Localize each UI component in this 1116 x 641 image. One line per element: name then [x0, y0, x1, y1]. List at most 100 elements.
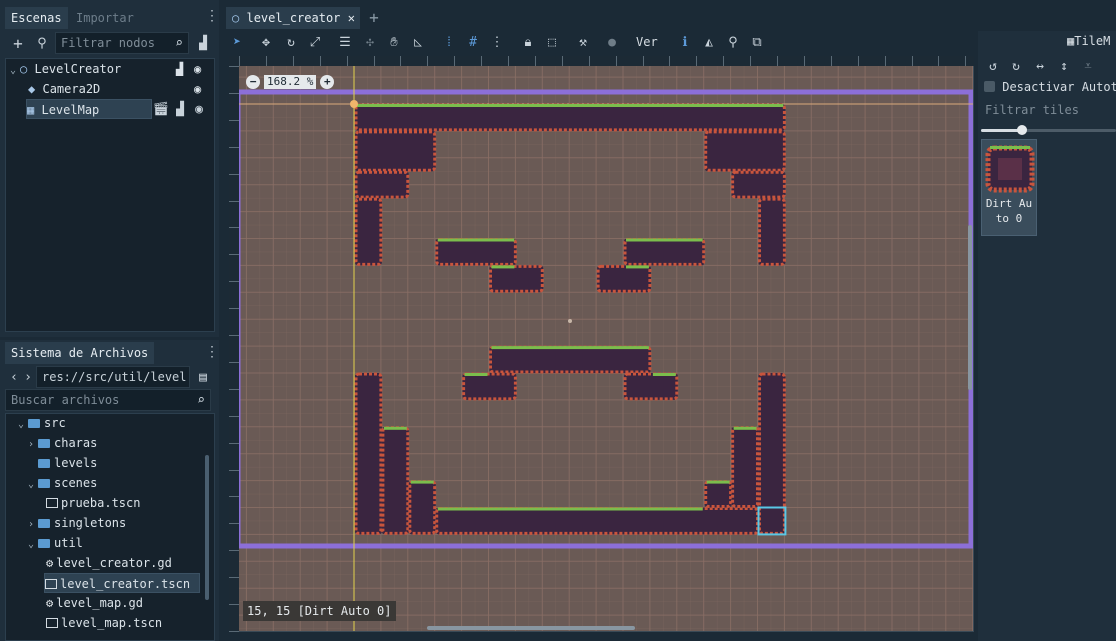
tree-node-levelmap[interactable]: ▦ LevelMap [26, 99, 152, 119]
tile-zoom-slider[interactable] [981, 125, 1116, 135]
select-tool-icon[interactable]: ➤ [229, 34, 245, 50]
ruler-tick [229, 523, 239, 525]
tab-escenas[interactable]: Escenas [5, 7, 68, 29]
ruler-tick [777, 56, 778, 66]
tab-filesystem[interactable]: Sistema de Archivos [5, 342, 155, 364]
tree-node-levelcreator[interactable]: ⌄ ○ LevelCreator ▟ ◉ [10, 59, 210, 79]
script-icon[interactable]: ▟ [195, 34, 211, 52]
smart-snap-icon[interactable]: ⁞ [441, 34, 457, 50]
filter-tiles-input[interactable]: Filtrar tiles [980, 100, 1116, 122]
disable-autotile-label: Desactivar Autoti [1002, 80, 1116, 94]
grid-snap-icon[interactable]: # [465, 34, 481, 50]
skeleton-icon[interactable]: ● [604, 34, 620, 50]
dirt-tile-block [435, 238, 517, 266]
rotate-right-icon[interactable]: ↻ [1008, 58, 1024, 74]
file-tree-file-level-map-tscn[interactable]: level_map.tscn [46, 613, 162, 633]
group-icon[interactable]: ⬚ [544, 34, 560, 50]
split-view-icon[interactable]: ▤ [196, 368, 210, 386]
lock-icon[interactable]: 🔒︎ [520, 34, 536, 50]
filter-nodes-input[interactable]: Filtrar nodos [55, 32, 189, 54]
rotate-tool-icon[interactable]: ↻ [283, 34, 299, 50]
zoom-in-icon[interactable]: + [320, 75, 335, 89]
back-chevron-icon[interactable]: ‹ [8, 368, 20, 386]
close-icon[interactable]: ✕ [348, 7, 355, 29]
add-node-icon[interactable]: + [9, 34, 27, 53]
link-icon[interactable]: ⚲ [33, 34, 51, 52]
file-tree-folder-util[interactable]: ⌄ util [28, 533, 83, 553]
file-tree-folder-singletons[interactable]: › singletons [28, 513, 126, 533]
file-tree-folder-scenes[interactable]: ⌄ scenes [28, 473, 97, 493]
scene-file-icon [46, 498, 58, 508]
zoom-out-icon[interactable]: − [246, 75, 260, 89]
ruler-tool-icon[interactable]: ◺ [410, 34, 426, 50]
tab-level-creator[interactable]: ○ level_creator ✕ [226, 7, 360, 29]
scale-tool-icon[interactable]: ⤢ [307, 34, 323, 50]
tab-importar[interactable]: Importar [70, 7, 140, 29]
file-tree-folder-levels[interactable]: levels [38, 453, 97, 473]
chevron-down-icon[interactable]: ⌄ [10, 61, 20, 81]
file-tree-file-level-creator-tscn[interactable]: level_creator.tscn [44, 573, 200, 593]
file-label: level_creator.gd [56, 556, 172, 570]
view-menu-button[interactable]: Ver [636, 34, 658, 50]
ruler-tick [534, 56, 536, 66]
pan-tool-icon[interactable]: ✋︎ [386, 34, 402, 50]
chevron-right-icon[interactable]: › [28, 435, 38, 455]
visibility-eye-icon[interactable]: ◉ [194, 59, 201, 79]
clear-transform-icon[interactable]: ⩡ [1080, 58, 1096, 74]
snap-options-icon[interactable]: ⋮ [489, 34, 505, 50]
disable-autotile-row[interactable]: Desactivar Autoti [984, 80, 1116, 94]
file-tree-file-level-map-gd[interactable]: ⚙ level_map.gd [46, 593, 143, 613]
file-tree-file-level-creator-gd[interactable]: ⚙ level_creator.gd [46, 553, 172, 573]
ruler-tick [229, 119, 239, 121]
tilemap-title-label: TileM [1074, 34, 1111, 48]
scene-file-icon [46, 618, 58, 628]
ruler-tick [229, 415, 239, 417]
dirt-tile-block [597, 265, 651, 293]
filesystem-menu-icon[interactable]: ⋮ [205, 345, 219, 359]
clapperboard-icon[interactable]: 🎬︎ [153, 100, 170, 118]
add-tab-icon[interactable]: + [366, 8, 382, 27]
path-field[interactable]: res://src/util/level [36, 366, 190, 388]
move-tool-icon[interactable]: ✥ [258, 34, 274, 50]
chevron-down-icon[interactable]: ⌄ [28, 475, 38, 495]
pivot-tool-icon[interactable]: ✣ [362, 34, 378, 50]
tree-node-camera2d[interactable]: ◆ Camera2D ◉ [28, 79, 210, 99]
list-select-icon[interactable]: ☰ [337, 34, 353, 50]
level-canvas[interactable] [230, 57, 974, 632]
ruler-tick [965, 56, 967, 66]
canvas-viewport[interactable] [229, 56, 974, 632]
folder-icon [38, 479, 50, 488]
checkbox[interactable] [984, 81, 995, 92]
file-tree-folder-src[interactable]: ⌄ src [18, 413, 66, 433]
dirt-tile-block [624, 238, 705, 266]
flip-vertical-icon[interactable]: ↕ [1056, 58, 1072, 74]
copy-icon[interactable]: ⧉ [749, 34, 765, 50]
viewport-hscrollbar[interactable] [427, 626, 635, 630]
grass-strip [464, 373, 488, 376]
tile-item[interactable]: Dirt Au to 0 [981, 139, 1037, 236]
rotate-left-icon[interactable]: ↺ [985, 58, 1001, 74]
file-tree-scrollbar[interactable] [205, 455, 209, 600]
flip-horizontal-icon[interactable]: ↔ [1032, 58, 1048, 74]
search-files-input[interactable]: Buscar archivos [5, 389, 211, 411]
file-tree-file-prueba[interactable]: prueba.tscn [46, 493, 140, 513]
chevron-right-icon[interactable]: › [28, 515, 38, 535]
slider-grabber[interactable] [1016, 125, 1027, 135]
viewport-vscrollbar[interactable] [968, 225, 972, 390]
file-tree-folder-charas[interactable]: › charas [28, 433, 97, 453]
script-attached-icon[interactable]: ▟ [176, 59, 183, 79]
forward-chevron-icon[interactable]: › [22, 368, 34, 386]
paint-bucket-icon[interactable]: ◭ [701, 34, 717, 50]
dirt-tile-block [489, 346, 651, 373]
origin-marker [350, 100, 358, 108]
info-icon[interactable]: ℹ [677, 34, 693, 50]
zoom-level[interactable]: 168.2 % [264, 75, 317, 89]
bone-icon[interactable]: ⚒ [575, 34, 591, 50]
script-attached-icon[interactable]: ▟ [173, 100, 187, 118]
visibility-eye-icon[interactable]: ◉ [194, 79, 201, 99]
chevron-down-icon[interactable]: ⌄ [28, 535, 38, 555]
chevron-down-icon[interactable]: ⌄ [18, 415, 28, 435]
picker-icon[interactable]: ⚲ [725, 34, 741, 50]
visibility-eye-icon[interactable]: ◉ [192, 100, 206, 118]
scene-dock-menu-icon[interactable]: ⋮ [205, 9, 219, 23]
